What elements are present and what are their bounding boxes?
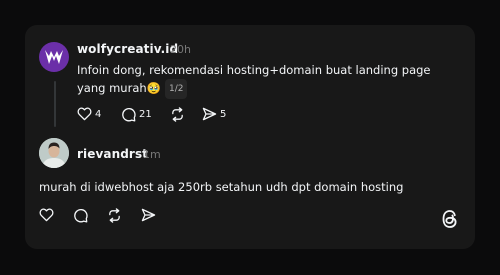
reply-username[interactable]: rievandrst — [77, 147, 148, 161]
share-count: 5 — [220, 108, 227, 120]
share-button[interactable]: 5 — [202, 107, 226, 121]
repost-icon — [172, 107, 183, 122]
wolf-logo-icon — [45, 50, 63, 64]
like-count: 4 — [95, 108, 102, 120]
send-icon — [141, 208, 156, 222]
threads-logo-icon — [442, 210, 457, 228]
thread-line — [53, 81, 56, 127]
post-text: Infoin dong, rekomendasi hosting+domain … — [77, 63, 431, 95]
post-username[interactable]: wolfycreativ.id — [77, 42, 178, 56]
page-indicator: 1/2 — [164, 79, 188, 99]
reply-share-button[interactable] — [141, 208, 156, 222]
threads-logo[interactable] — [441, 209, 459, 233]
send-icon — [202, 107, 217, 121]
avatar-rievandrst[interactable] — [39, 138, 69, 168]
comment-icon — [74, 208, 88, 223]
thread-card: wolfycreativ.id 20h Infoin dong, rekomen… — [25, 25, 475, 249]
heart-icon — [39, 208, 54, 222]
reply-timestamp[interactable]: 1m — [143, 148, 161, 161]
repost-button[interactable] — [170, 107, 185, 122]
heart-icon — [77, 107, 92, 121]
user-photo-icon — [39, 138, 69, 168]
post-text-block: Infoin dong, rekomendasi hosting+domain … — [77, 61, 457, 99]
reply-text: murah di idwebhost aja 250rb setahun udh… — [39, 180, 404, 194]
emoji: 🥹 — [146, 81, 161, 95]
reply-repost-button[interactable] — [107, 208, 122, 223]
reply-count: 21 — [139, 109, 152, 120]
avatar-wolfycreativ[interactable] — [39, 42, 69, 72]
reply-like-button[interactable] — [39, 208, 54, 222]
comment-icon — [122, 107, 136, 122]
reply-comment-button[interactable] — [73, 208, 88, 223]
reply-button[interactable]: 21 — [121, 107, 152, 122]
repost-icon — [109, 208, 120, 223]
like-button[interactable]: 4 — [77, 107, 101, 121]
post-timestamp[interactable]: 20h — [170, 43, 191, 56]
